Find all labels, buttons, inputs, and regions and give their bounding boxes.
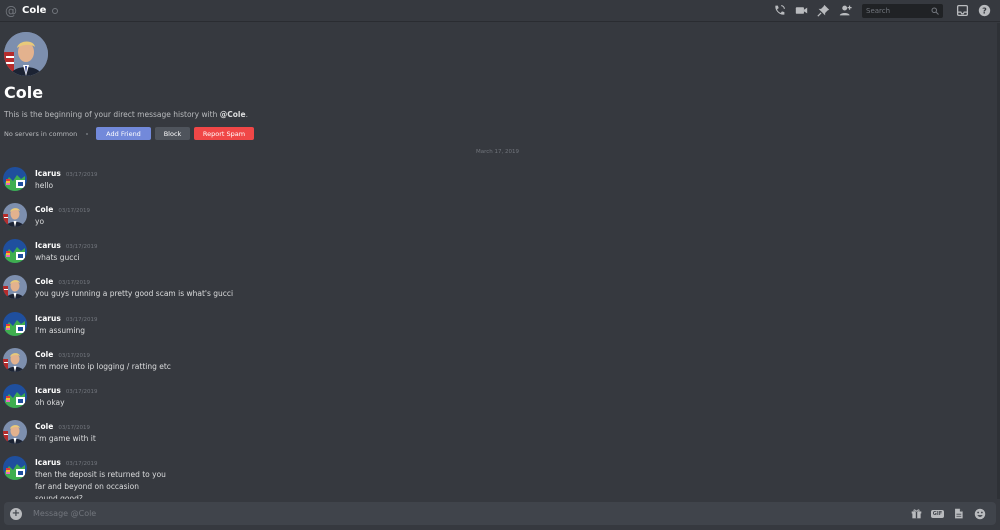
author-name[interactable]: Icarus [35,169,61,178]
inbox-icon[interactable] [951,1,973,21]
avatar[interactable] [3,384,27,408]
message-timestamp: 03/17/2019 [58,353,91,359]
message-text: whats gucci [35,253,80,262]
message-item[interactable]: Icarus 03/17/2019 oh okay [3,384,903,416]
message-text: i'm game with it [35,434,96,443]
avatar[interactable] [3,203,27,227]
message-text: I'm assuming [35,326,86,335]
message-item[interactable]: Cole 03/17/2019 yo [3,203,903,235]
search-icon [931,7,939,15]
gif-label: GIF [930,509,945,518]
message-author[interactable]: Icarus 03/17/2019 [35,314,98,323]
message-item[interactable]: Cole 03/17/2019 i'm more into ip logging /… [3,348,903,380]
avatar[interactable] [3,239,27,263]
message-text: oh okay [35,398,65,407]
emoji-icon[interactable] [969,508,990,520]
message-text: yo [35,217,45,226]
messages-area[interactable]: Cole This is the beginning of your direc… [0,23,1000,499]
date-divider: March 17, 2019 [0,149,996,155]
message-author[interactable]: Cole 03/17/2019 [35,422,90,431]
message-timestamp: 03/17/2019 [58,425,91,431]
date-divider-label: March 17, 2019 [472,149,524,155]
message-item[interactable]: Icarus 03/17/2019 then the deposit is retu… [3,456,903,499]
message-timestamp: 03/17/2019 [65,461,98,467]
add-member-icon[interactable] [834,1,856,21]
gift-icon[interactable] [906,508,927,519]
message-text: then the deposit is returned to you [35,470,166,479]
author-name[interactable]: Icarus [35,458,61,467]
message-author[interactable]: Cole 03/17/2019 [35,277,90,286]
message-timestamp: 03/17/2019 [58,208,91,214]
status-icon [52,7,59,14]
avatar[interactable] [3,456,27,480]
intro-desc-suffix: . [245,110,248,119]
message-timestamp: 03/17/2019 [58,280,91,286]
svg-text:?: ? [982,5,987,15]
avatar[interactable] [3,312,27,336]
message-text: i'm more into ip logging / ratting etc [35,362,171,371]
message-author[interactable]: Icarus 03/17/2019 [35,386,98,395]
composer-icons: GIF [906,508,990,520]
upload-plus-icon[interactable]: + [10,507,22,520]
dm-intro: Cole This is the beginning of your direc… [4,32,258,140]
message-author[interactable]: Icarus 03/17/2019 [35,458,98,467]
message-item[interactable]: Icarus 03/17/2019 hello [3,167,903,199]
avatar[interactable] [3,167,27,191]
search-placeholder: Search [866,6,891,15]
author-name[interactable]: Icarus [35,241,61,250]
separator-dot [86,132,88,135]
message-author[interactable]: Icarus 03/17/2019 [35,241,98,250]
dm-user-name: Cole [4,83,44,102]
report-spam-button[interactable]: Report Spam [194,127,254,140]
mutual-servers-text: No servers in common [4,129,78,138]
dm-intro-actions: No servers in common Add Friend Block Re… [4,127,258,140]
video-icon[interactable] [790,1,812,21]
author-name[interactable]: Cole [35,350,53,359]
avatar[interactable] [3,275,27,299]
message-timestamp: 03/17/2019 [65,244,98,250]
author-name[interactable]: Cole [35,205,53,214]
message-timestamp: 03/17/2019 [65,317,98,323]
author-name[interactable]: Icarus [35,386,61,395]
author-name[interactable]: Cole [35,422,53,431]
avatar[interactable] [3,348,27,372]
message-timestamp: 03/17/2019 [65,172,98,178]
message-author[interactable]: Icarus 03/17/2019 [35,169,98,178]
message-item[interactable]: Icarus 03/17/2019 I'm assuming [3,312,903,344]
avatar [4,32,48,76]
author-name[interactable]: Cole [35,277,53,286]
gif-icon[interactable]: GIF [927,509,948,518]
avatar[interactable] [3,420,27,444]
help-icon[interactable]: ? [973,1,995,21]
message-item[interactable]: Cole 03/17/2019 you guys running a pretty … [3,275,903,307]
message-text: hello [35,181,54,190]
message-text: sound good? [35,494,83,499]
message-item[interactable]: Cole 03/17/2019 i'm game with it [3,420,903,452]
dm-intro-description: This is the beginning of your direct mes… [4,110,258,119]
pin-icon[interactable] [812,1,834,21]
message-text: you guys running a pretty good scam is w… [35,289,234,298]
message-author[interactable]: Cole 03/17/2019 [35,205,90,214]
search-box[interactable]: Search [862,3,943,18]
author-name[interactable]: Icarus [35,314,61,323]
file-icon[interactable] [948,508,969,519]
message-text: far and beyond on occasion [35,482,139,491]
intro-mention[interactable]: @Cole [220,110,246,119]
message-item[interactable]: Icarus 03/17/2019 whats gucci [3,239,903,271]
at-sign-icon: @ [5,3,17,18]
discord-dm-window: @ Cole Search ? Cole This is the beginni… [0,0,1000,530]
header-toolbar: Search ? [768,1,995,21]
block-button[interactable]: Block [155,127,190,140]
add-friend-button[interactable]: Add Friend [96,127,151,140]
call-icon[interactable] [768,1,790,21]
message-input[interactable] [33,509,906,518]
channel-header: @ Cole Search ? [0,0,1000,22]
channel-name: Cole [22,5,47,16]
message-composer: + GIF [4,502,996,525]
message-timestamp: 03/17/2019 [65,389,98,395]
intro-desc-prefix: This is the beginning of your direct mes… [4,110,220,119]
message-author[interactable]: Cole 03/17/2019 [35,350,90,359]
